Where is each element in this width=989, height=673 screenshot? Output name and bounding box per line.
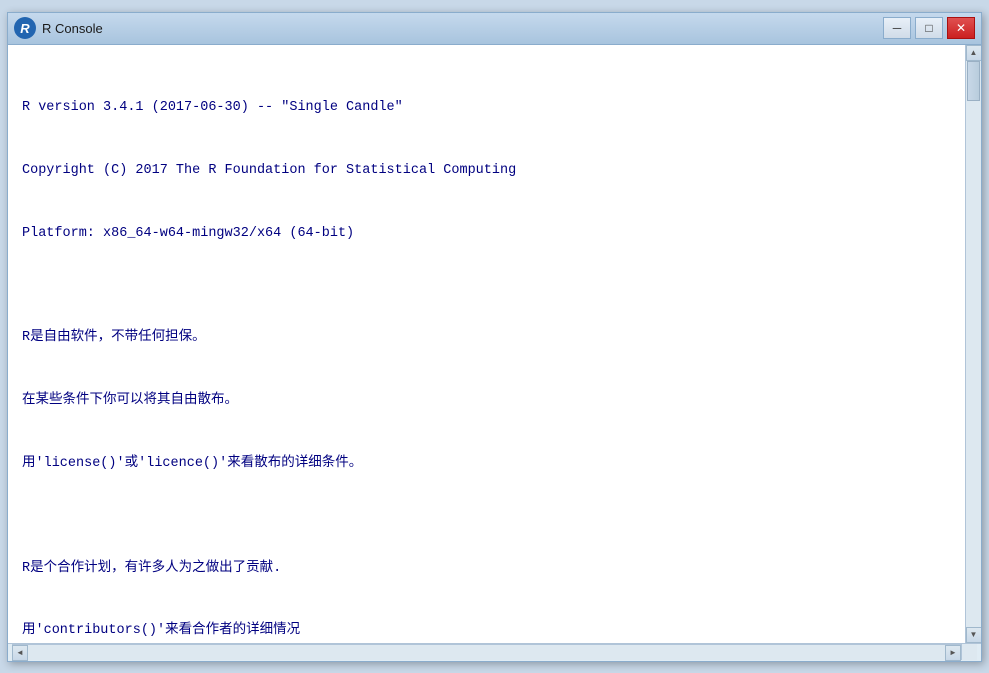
console-line-5: R是自由软件，不带任何担保。 [22, 328, 951, 349]
console-area: R version 3.4.1 (2017-06-30) -- "Single … [8, 45, 981, 643]
scroll-right-button[interactable]: ► [945, 645, 961, 661]
scroll-thumb-v[interactable] [967, 61, 980, 101]
console-output[interactable]: R version 3.4.1 (2017-06-30) -- "Single … [8, 45, 965, 643]
console-line-7: 用'license()'或'licence()'来看散布的详细条件。 [22, 454, 951, 475]
scrollbar-corner [961, 644, 977, 660]
console-line-10: 用'contributors()'来看合作者的详细情况 [22, 621, 951, 642]
horizontal-scrollbar[interactable]: ◄ ► [12, 644, 961, 660]
close-button[interactable]: ✕ [947, 17, 975, 39]
maximize-button[interactable]: □ [915, 17, 943, 39]
minimize-button[interactable]: ─ [883, 17, 911, 39]
scroll-track-v[interactable] [966, 61, 981, 627]
console-line-6: 在某些条件下你可以将其自由散布。 [22, 391, 951, 412]
console-line-1: R version 3.4.1 (2017-06-30) -- "Single … [22, 98, 951, 119]
bottom-bar: ◄ ► [8, 643, 981, 661]
title-bar: R R Console ─ □ ✕ [8, 13, 981, 45]
title-bar-left: R R Console [14, 17, 103, 39]
window-controls: ─ □ ✕ [883, 17, 975, 39]
r-logo-icon: R [14, 17, 36, 39]
r-console-window: R R Console ─ □ ✕ R version 3.4.1 (2017-… [7, 12, 982, 662]
vertical-scrollbar[interactable]: ▲ ▼ [965, 45, 981, 643]
console-line-3: Platform: x86_64-w64-mingw32/x64 (64-bit… [22, 224, 951, 245]
scroll-up-button[interactable]: ▲ [966, 45, 982, 61]
window-title: R Console [42, 21, 103, 36]
console-line-9: R是个合作计划，有许多人为之做出了贡献. [22, 559, 951, 580]
scroll-track-h[interactable] [28, 645, 945, 660]
scroll-left-button[interactable]: ◄ [12, 645, 28, 661]
console-line-2: Copyright (C) 2017 The R Foundation for … [22, 161, 951, 182]
scroll-down-button[interactable]: ▼ [966, 627, 982, 643]
